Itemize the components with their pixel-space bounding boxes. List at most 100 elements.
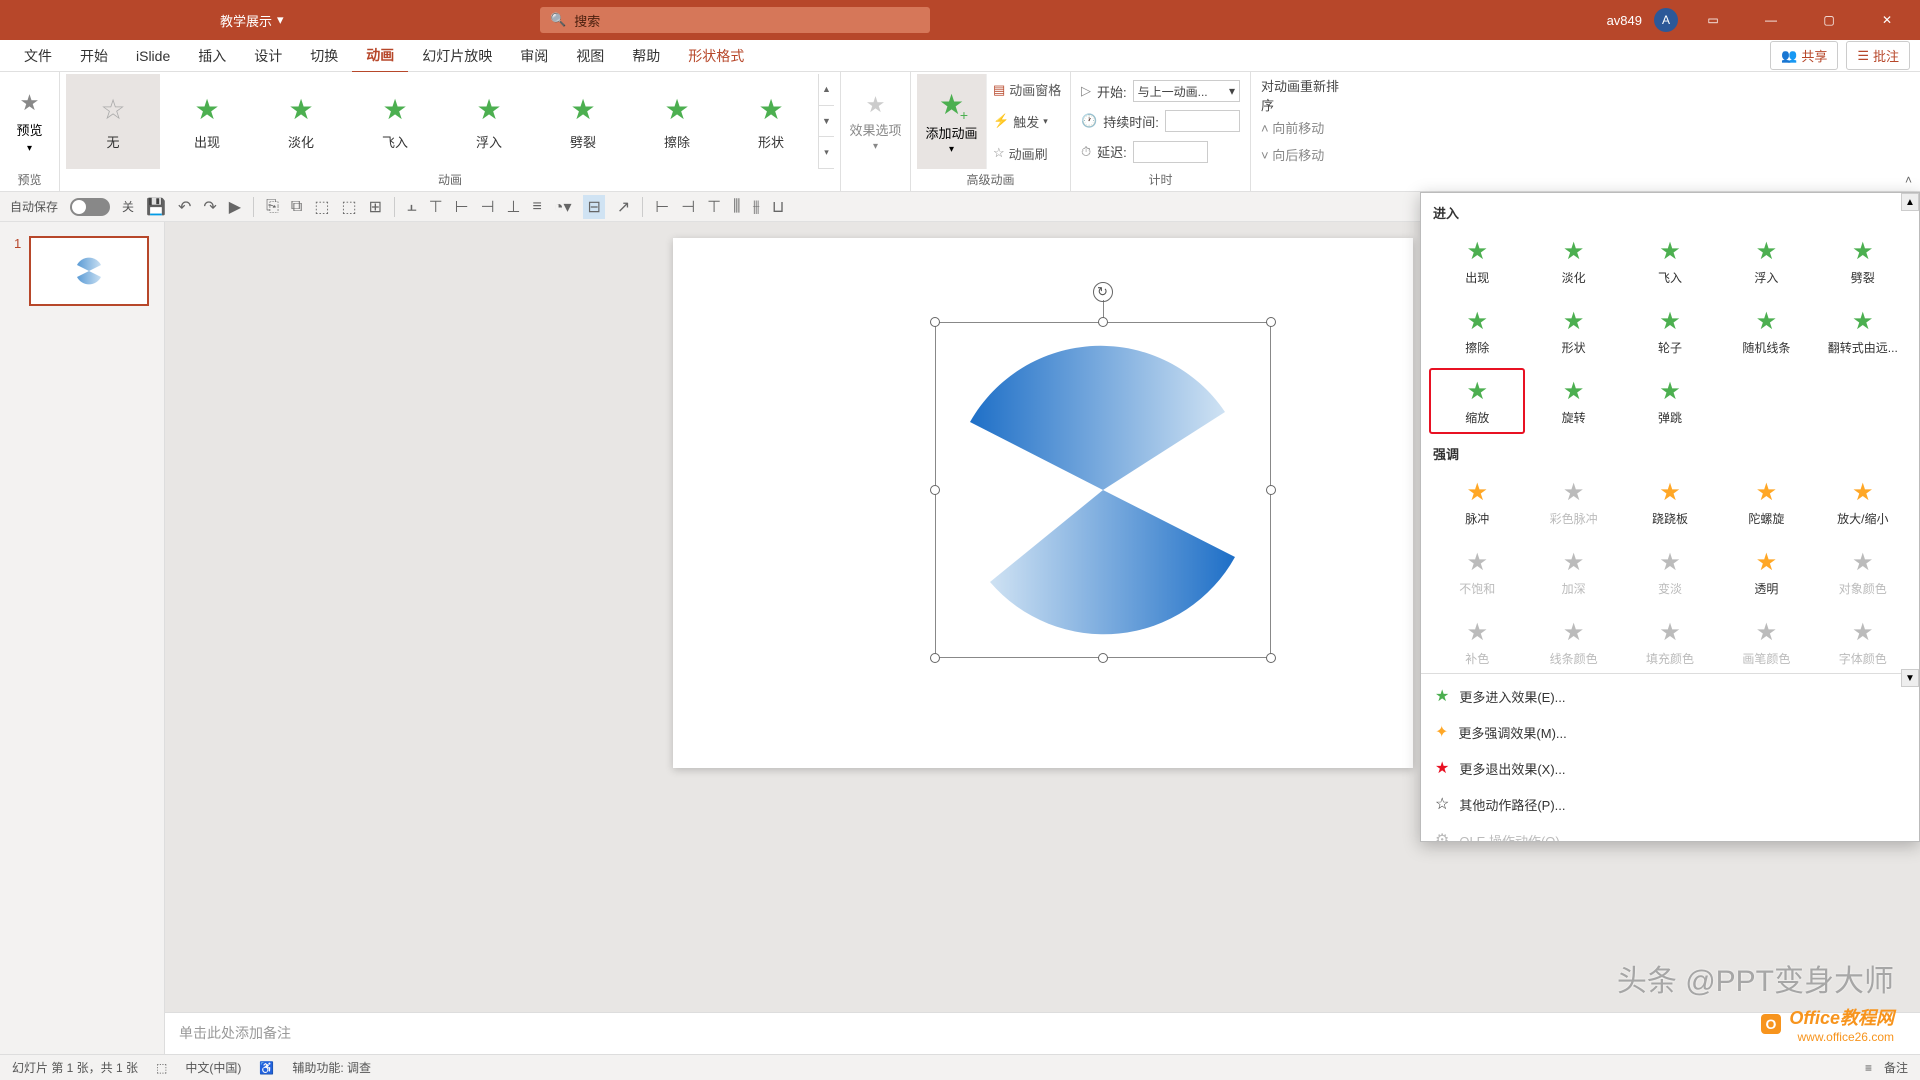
anim-entrance-split[interactable]: ★劈裂 [1815, 228, 1911, 294]
ribbon-display-options[interactable]: ▭ [1690, 0, 1736, 40]
user-avatar[interactable]: A [1654, 8, 1678, 32]
align-icon[interactable]: ≡ [532, 198, 541, 216]
anim-none[interactable]: ☆无 [66, 74, 160, 169]
delay-spinner[interactable] [1133, 141, 1208, 163]
anim-entrance-wheel[interactable]: ★轮子 [1622, 298, 1718, 364]
align-top-icon[interactable]: ⊤ [707, 197, 721, 217]
minimize-button[interactable]: — [1748, 0, 1794, 40]
share-button[interactable]: 👥共享 [1770, 41, 1838, 70]
anim-entrance-fade[interactable]: ★淡化 [1525, 228, 1621, 294]
anim-emphasis-growshrink[interactable]: ★放大/缩小 [1815, 469, 1911, 535]
anim-emphasis-spin[interactable]: ★陀螺旋 [1718, 469, 1814, 535]
user-name[interactable]: av849 [1607, 13, 1642, 28]
shape-fill-icon[interactable]: ◔▾ [554, 197, 572, 217]
save-icon[interactable]: 💾 [146, 197, 166, 217]
animation-pane-button[interactable]: ▤动画窗格 [993, 80, 1064, 99]
resize-handle-se[interactable] [1266, 653, 1276, 663]
anim-flyin[interactable]: ★飞入 [348, 74, 442, 169]
start-from-beginning-icon[interactable]: ▶ [229, 197, 241, 217]
qat-icon[interactable]: ⊔ [772, 197, 784, 217]
resize-handle-ne[interactable] [1266, 317, 1276, 327]
anim-emphasis-fillcolor[interactable]: ★填充颜色 [1622, 609, 1718, 673]
animation-painter-button[interactable]: ☆动画刷 [993, 144, 1064, 163]
anim-emphasis-lighten[interactable]: ★变淡 [1622, 539, 1718, 605]
align-icon[interactable]: ⊥ [507, 197, 521, 217]
anim-emphasis-colorpulse[interactable]: ★彩色脉冲 [1525, 469, 1621, 535]
align-icon[interactable]: ⫠ [407, 198, 417, 216]
tab-view[interactable]: 视图 [562, 40, 618, 72]
comments-button[interactable]: ☰批注 [1846, 41, 1910, 70]
anim-entrance-bounce[interactable]: ★弹跳 [1622, 368, 1718, 434]
align-icon[interactable]: ⊣ [481, 197, 495, 217]
anim-entrance-wipe[interactable]: ★擦除 [1429, 298, 1525, 364]
more-motion-paths[interactable]: ☆其他动作路径(P)... [1421, 786, 1919, 822]
maximize-button[interactable]: ▢ [1806, 0, 1852, 40]
anim-fade[interactable]: ★淡化 [254, 74, 348, 169]
selected-shape[interactable] [935, 322, 1271, 658]
add-animation-button[interactable]: ★+ 添加动画 ▾ [917, 74, 987, 169]
align-icon[interactable]: ⊢ [455, 197, 469, 217]
language-status[interactable]: 中文(中国) [185, 1059, 241, 1076]
slide-counter[interactable]: 幻灯片 第 1 张，共 1 张 [12, 1059, 138, 1076]
collapse-ribbon-button[interactable]: ˄ [1905, 173, 1912, 187]
qat-icon[interactable]: ⬚ [314, 197, 329, 217]
tab-islide[interactable]: iSlide [122, 42, 184, 70]
qat-icon[interactable]: ⧉ [291, 198, 302, 216]
anim-appear[interactable]: ★出现 [160, 74, 254, 169]
align-left-icon[interactable]: ⊢ [655, 197, 669, 217]
more-exit-effects[interactable]: ★更多退出效果(X)... [1421, 750, 1919, 786]
start-combo[interactable]: 与上一动画...▾ [1133, 80, 1240, 102]
tab-review[interactable]: 审阅 [506, 40, 562, 72]
anim-emphasis-transparency[interactable]: ★透明 [1718, 539, 1814, 605]
resize-handle-w[interactable] [930, 485, 940, 495]
resize-handle-n[interactable] [1098, 317, 1108, 327]
anim-entrance-shape[interactable]: ★形状 [1525, 298, 1621, 364]
distribute-v-icon[interactable]: ⫵ [752, 198, 759, 216]
autosave-toggle[interactable] [70, 198, 110, 216]
undo-icon[interactable]: ↶ [178, 197, 191, 217]
anim-emphasis-linecolor[interactable]: ★线条颜色 [1525, 609, 1621, 673]
anim-entrance-appear[interactable]: ★出现 [1429, 228, 1525, 294]
gallery-expand[interactable]: ▾ [819, 137, 834, 169]
search-box[interactable]: 🔍 搜索 [540, 7, 930, 33]
anim-emphasis-pulse[interactable]: ★脉冲 [1429, 469, 1525, 535]
resize-handle-nw[interactable] [930, 317, 940, 327]
resize-handle-e[interactable] [1266, 485, 1276, 495]
anim-floatin[interactable]: ★浮入 [442, 74, 536, 169]
tab-insert[interactable]: 插入 [184, 40, 240, 72]
trigger-button[interactable]: ⚡触发▾ [993, 112, 1064, 131]
gallery-scroll-up[interactable]: ▲ [819, 74, 834, 106]
spellcheck-icon[interactable]: ⬚ [156, 1061, 167, 1075]
anim-shape[interactable]: ★形状 [724, 74, 818, 169]
qat-icon[interactable]: ↗ [617, 197, 630, 217]
redo-icon[interactable]: ↷ [203, 197, 216, 217]
accessibility-status[interactable]: 辅助功能: 调查 [292, 1059, 371, 1076]
anim-entrance-zoom[interactable]: ★缩放 [1429, 368, 1525, 434]
anim-wipe[interactable]: ★擦除 [630, 74, 724, 169]
rotate-handle[interactable] [1093, 282, 1113, 302]
resize-handle-s[interactable] [1098, 653, 1108, 663]
tab-transitions[interactable]: 切换 [296, 40, 352, 72]
document-title-dropdown[interactable]: 教学展示 ▾ [220, 11, 284, 30]
anim-emphasis-complementary[interactable]: ★补色 [1429, 609, 1525, 673]
anim-emphasis-fontcolor[interactable]: ★字体颜色 [1815, 609, 1911, 673]
tab-help[interactable]: 帮助 [618, 40, 674, 72]
qat-icon[interactable]: ⎘ [266, 198, 279, 216]
gallery-scroll-down[interactable]: ▼ [819, 106, 834, 138]
slide-canvas[interactable] [673, 238, 1413, 768]
anim-entrance-floatin[interactable]: ★浮入 [1718, 228, 1814, 294]
tab-file[interactable]: 文件 [10, 40, 66, 72]
distribute-h-icon[interactable]: ⫼ [733, 198, 740, 216]
anim-emphasis-darken[interactable]: ★加深 [1525, 539, 1621, 605]
anim-emphasis-teeter[interactable]: ★跷跷板 [1622, 469, 1718, 535]
anim-entrance-flyin[interactable]: ★飞入 [1622, 228, 1718, 294]
more-emphasis-effects[interactable]: ✦更多强调效果(M)... [1421, 714, 1919, 750]
resize-handle-sw[interactable] [930, 653, 940, 663]
anim-entrance-growturn[interactable]: ★翻转式由远... [1815, 298, 1911, 364]
preview-button[interactable]: ★ 预览 ▾ [16, 74, 42, 169]
align-icon[interactable]: ⊤ [429, 197, 443, 217]
notes-toggle[interactable]: 备注 [1884, 1059, 1908, 1076]
tab-animations[interactable]: 动画 [352, 39, 408, 73]
anim-emphasis-objectcolor[interactable]: ★对象颜色 [1815, 539, 1911, 605]
anim-emphasis-brushcolor[interactable]: ★画笔颜色 [1718, 609, 1814, 673]
